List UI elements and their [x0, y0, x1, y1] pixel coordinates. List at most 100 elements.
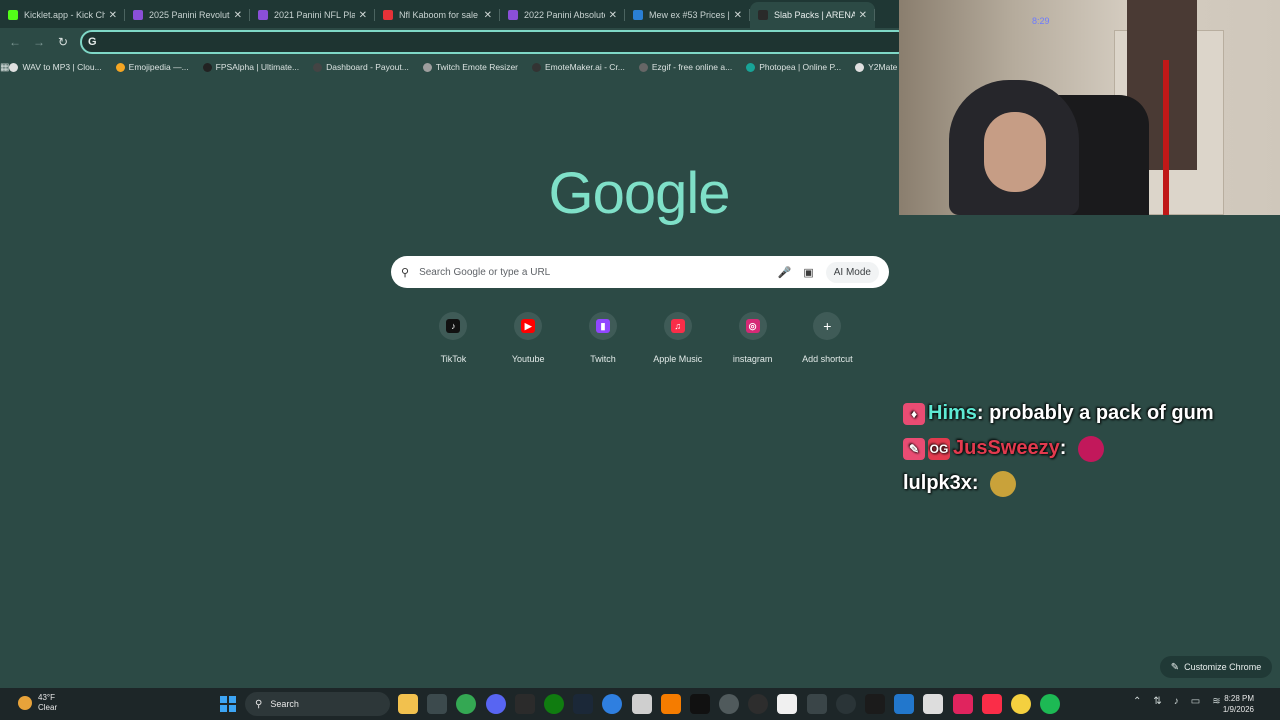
browser-icon[interactable] [602, 694, 623, 714]
shortcut-label: Apple Music [653, 354, 703, 364]
bookmark-item[interactable]: Y2Mate [855, 62, 897, 72]
steam-icon[interactable] [573, 694, 594, 714]
search-box[interactable]: ⚲ Search Google or type a URL 🎤 ▣ AI Mod… [391, 256, 889, 288]
close-icon[interactable]: ✕ [109, 10, 117, 21]
customize-chrome-button[interactable]: ✎ Customize Chrome [1160, 656, 1272, 678]
shortcut-circle: ◎ [738, 312, 767, 340]
display-icon[interactable]: ▭ [1191, 696, 1200, 707]
network-icon[interactable]: ⇅ [1153, 696, 1161, 707]
tab-title: Nfl Kaboom for sale | [399, 10, 480, 20]
chrome-icon[interactable] [456, 694, 477, 714]
wifi-icon[interactable]: ≋ [1212, 696, 1220, 707]
shortcut-label: Add shortcut [802, 354, 853, 364]
bookmark-item[interactable]: FPSAlpha | Ultimate... [202, 62, 299, 72]
bookmark-item[interactable]: Ezgif - free online a... [638, 62, 733, 72]
chevron-up-icon[interactable]: ⌃ [1133, 696, 1141, 707]
bookmark-item[interactable]: Dashboard - Payout... [313, 62, 409, 72]
tab-title: 2025 Panini Revolutio [149, 10, 230, 20]
chat-username: lulpk3x [903, 472, 972, 494]
tab[interactable]: Mew ex #53 Prices | P ✕ [625, 2, 750, 28]
shortcut-tile[interactable]: ▶ Youtube [491, 312, 566, 364]
puzzle-icon[interactable] [631, 694, 652, 714]
tab[interactable]: 2022 Panini Absolute ✕ [500, 2, 625, 28]
close-icon[interactable]: ✕ [234, 10, 242, 21]
close-icon[interactable]: ✕ [734, 10, 742, 21]
bookmark-favicon-icon [202, 62, 212, 72]
volume-icon[interactable]: ♪ [1174, 696, 1179, 707]
close-icon[interactable]: ✕ [609, 10, 617, 21]
bookmarks-bar: ▦ WAV to MP3 | Clou... Emojipedia —... FPS… [0, 57, 900, 77]
calculator-icon[interactable] [427, 694, 448, 714]
tab-title: Slab Packs | ARENA C [774, 10, 855, 20]
epic-games-icon[interactable] [514, 694, 535, 714]
chat-text: probably a pack of gum [989, 402, 1214, 424]
tab[interactable]: 2021 Panini NFL Playe ✕ [250, 2, 375, 28]
shortcut-tile[interactable]: ♫ Apple Music [640, 312, 715, 364]
start-button-icon[interactable] [220, 696, 236, 712]
controller-icon[interactable] [806, 694, 827, 714]
bookmark-item[interactable]: Twitch Emote Resizer [422, 62, 518, 72]
bookmark-item[interactable]: Emojipedia —... [115, 62, 189, 72]
chat-emote-icon [1077, 435, 1104, 462]
tab-favicon-icon [758, 10, 768, 20]
youtube-icon: ▶ [521, 319, 536, 333]
discord-icon[interactable] [485, 694, 506, 714]
music-icon[interactable] [981, 694, 1002, 714]
bookmark-favicon-icon [422, 62, 432, 72]
vlc-icon[interactable] [660, 694, 681, 714]
red-app-icon[interactable] [952, 694, 973, 714]
ai-mode-button[interactable]: AI Mode [825, 261, 879, 283]
apps-icon[interactable]: ▦ [0, 62, 9, 73]
notion-icon[interactable] [777, 694, 798, 714]
chat-badge-icon: OG [928, 437, 950, 460]
xbox-icon[interactable] [543, 694, 564, 714]
search-input[interactable]: Search Google or type a URL [419, 267, 766, 278]
bookmark-favicon-icon [115, 62, 125, 72]
tab[interactable]: Kicklet.app - Kick Cha ✕ [0, 2, 125, 28]
tab-favicon-icon [133, 10, 143, 20]
back-button[interactable]: ← [3, 30, 27, 54]
close-icon[interactable]: ✕ [859, 10, 867, 21]
weather-widget[interactable]: 43°F Clear [18, 693, 57, 713]
bookmark-label: EmoteMaker.ai - Cr... [545, 62, 625, 72]
tab[interactable]: Slab Packs | ARENA C ✕ [750, 2, 875, 28]
tab-title: 2022 Panini Absolute [524, 10, 605, 20]
bookmark-item[interactable]: WAV to MP3 | Clou... [9, 62, 102, 72]
shortcut-tile[interactable]: ▮ Twitch [566, 312, 641, 364]
bookmark-item[interactable]: EmoteMaker.ai - Cr... [532, 62, 625, 72]
chat-emote-icon [990, 470, 1017, 497]
emoji-app-icon[interactable] [1010, 694, 1031, 714]
spotify-icon[interactable] [1040, 694, 1061, 714]
microphone-icon[interactable]: 🎤 [778, 266, 792, 279]
tab-favicon-icon [508, 10, 518, 20]
plus-icon: + [823, 318, 832, 334]
tab[interactable]: 2025 Panini Revolutio ✕ [125, 2, 250, 28]
capture-icon[interactable] [865, 694, 885, 714]
capcut-icon[interactable] [689, 694, 710, 714]
reload-button[interactable]: ↻ [51, 30, 75, 54]
tab[interactable]: Nfl Kaboom for sale | ✕ [375, 2, 500, 28]
webcam-overlay: 8:29 [899, 0, 1280, 215]
instagram-icon: ◎ [745, 319, 760, 333]
obs-icon[interactable] [748, 694, 769, 714]
close-icon[interactable]: ✕ [359, 10, 367, 21]
settings-icon[interactable] [719, 694, 740, 714]
taskbar-search[interactable]: ⚲ Search [245, 692, 390, 716]
shortcut-tile[interactable]: ♪ TikTok [416, 312, 491, 364]
vpn-icon[interactable] [894, 694, 915, 714]
cards-icon[interactable] [923, 694, 944, 714]
shortcut-tile[interactable]: ◎ instagram [715, 312, 790, 364]
shortcut-tile[interactable]: + Add shortcut [790, 312, 865, 364]
address-bar[interactable]: G [80, 30, 910, 54]
shortcut-circle: ▶ [514, 312, 543, 340]
chat-message: lulpk3x: [903, 466, 1280, 501]
bookmark-item[interactable]: Photopea | Online P... [746, 62, 841, 72]
close-icon[interactable]: ✕ [484, 10, 492, 21]
clock[interactable]: 8:28 PM 1/9/2026 [1223, 693, 1254, 715]
bookmark-label: Ezgif - free online a... [651, 62, 733, 72]
4k-icon[interactable] [835, 694, 856, 714]
google-lens-icon[interactable]: ▣ [803, 266, 813, 279]
chat-message: ✎ OG JusSweezy: [903, 431, 1280, 466]
forward-button[interactable]: → [27, 30, 51, 54]
file-explorer-icon[interactable] [398, 694, 418, 714]
